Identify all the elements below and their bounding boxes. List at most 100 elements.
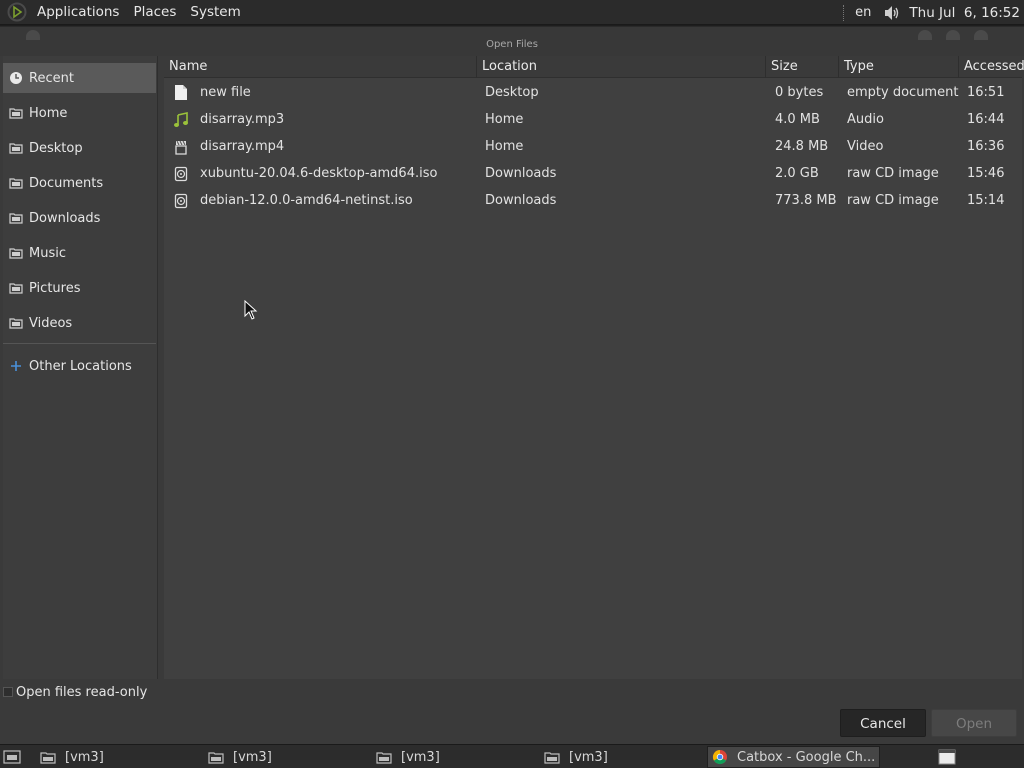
checkbox-icon[interactable]	[3, 687, 13, 697]
file-location: Home	[485, 112, 524, 127]
file-location: Downloads	[485, 166, 557, 181]
file-row[interactable]: disarray.mp4 Home 24.8 MB Video 16:36	[164, 133, 1022, 160]
file-row[interactable]: debian-12.0.0-amd64-netinst.iso Download…	[164, 187, 1022, 214]
recent-icon	[8, 71, 23, 86]
chrome-icon	[712, 749, 728, 765]
file-type: raw CD image	[847, 166, 939, 181]
sidebar-divider	[3, 343, 156, 344]
taskbar-item-label: [vm3]	[65, 749, 104, 765]
taskbar: [vm3] [vm3] [vm3] [vm3] Catbox - Google …	[0, 744, 1024, 768]
panel-separator	[843, 4, 845, 21]
top-panel: Applications Places System en Thu Jul 6,…	[0, 0, 1024, 25]
disc-image-icon	[173, 165, 189, 182]
window-list-icon[interactable]	[936, 748, 958, 766]
open-button[interactable]: Open	[931, 709, 1017, 737]
sidebar-item-desktop[interactable]: Desktop	[3, 133, 156, 163]
sidebar-item-other-locations[interactable]: Other Locations	[3, 351, 156, 381]
sidebar-item-recent[interactable]: Recent	[3, 63, 156, 93]
dialog-title-bar: Open Files	[0, 26, 1024, 56]
sidebar-item-pictures[interactable]: Pictures	[3, 273, 156, 303]
disc-image-icon	[173, 192, 189, 209]
sidebar-item-label: Pictures	[29, 280, 81, 296]
file-list: Name Location Size Type Accessed new fil…	[164, 56, 1024, 679]
open-files-dialog: Recent Home Desktop Documents Downloads …	[0, 56, 1024, 744]
taskbar-item-vm3[interactable]: [vm3]	[540, 746, 608, 768]
mouse-cursor-icon	[244, 299, 258, 320]
taskbar-item-vm3[interactable]: [vm3]	[204, 746, 272, 768]
column-header-location[interactable]: Location	[477, 56, 766, 78]
file-name: xubuntu-20.04.6-desktop-amd64.iso	[200, 166, 438, 181]
folder-icon	[376, 750, 392, 764]
sidebar-item-downloads[interactable]: Downloads	[3, 203, 156, 233]
folder-icon	[208, 750, 224, 764]
sidebar-item-label: Documents	[29, 175, 104, 191]
taskbar-item-label: [vm3]	[401, 749, 440, 765]
sidebar-item-label: Home	[29, 105, 68, 121]
file-location: Desktop	[485, 85, 539, 100]
keyboard-language-indicator[interactable]: en	[855, 5, 871, 20]
system-menu[interactable]: System	[183, 0, 247, 25]
file-name: disarray.mp3	[200, 112, 285, 127]
folder-icon	[544, 750, 560, 764]
taskbar-item-vm3[interactable]: [vm3]	[36, 746, 104, 768]
dialog-title: Open Files	[486, 39, 538, 50]
places-sidebar: Recent Home Desktop Documents Downloads …	[3, 56, 158, 679]
cancel-button[interactable]: Cancel	[840, 709, 926, 737]
folder-icon	[40, 750, 56, 764]
file-accessed: 16:51	[967, 85, 1005, 100]
column-header-accessed[interactable]: Accessed	[959, 56, 1024, 78]
file-row[interactable]: xubuntu-20.04.6-desktop-amd64.iso Downlo…	[164, 160, 1022, 187]
file-accessed: 16:44	[967, 112, 1005, 127]
taskbar-item-vm3[interactable]: [vm3]	[372, 746, 440, 768]
file-location: Downloads	[485, 193, 557, 208]
column-header-row: Name Location Size Type Accessed	[164, 56, 1024, 78]
folder-icon	[8, 141, 23, 156]
file-type: Audio	[847, 112, 884, 127]
sidebar-item-label: Other Locations	[29, 358, 132, 374]
folder-icon	[8, 106, 23, 121]
sidebar-item-label: Downloads	[29, 210, 101, 226]
file-name: debian-12.0.0-amd64-netinst.iso	[200, 193, 413, 208]
taskbar-item-label: [vm3]	[569, 749, 608, 765]
video-file-icon	[173, 138, 189, 155]
folder-icon	[8, 246, 23, 261]
file-size: 4.0 MB	[775, 112, 820, 127]
taskbar-item-chrome[interactable]: Catbox - Google Ch...	[707, 746, 881, 768]
readonly-checkbox[interactable]: Open files read-only	[3, 684, 147, 700]
file-size: 0 bytes	[775, 85, 824, 100]
file-location: Home	[485, 139, 524, 154]
file-name: new file	[200, 85, 251, 100]
folder-icon	[8, 281, 23, 296]
sidebar-item-label: Desktop	[29, 140, 83, 156]
file-name: disarray.mp4	[200, 139, 285, 154]
file-size: 773.8 MB	[775, 193, 837, 208]
file-row[interactable]: new file Desktop 0 bytes empty document …	[164, 79, 1022, 106]
sidebar-item-documents[interactable]: Documents	[3, 168, 156, 198]
column-header-name[interactable]: Name	[164, 56, 477, 78]
file-type: raw CD image	[847, 193, 939, 208]
folder-icon	[8, 176, 23, 191]
column-header-size[interactable]: Size	[766, 56, 839, 78]
file-type: Video	[847, 139, 884, 154]
folder-icon	[8, 316, 23, 331]
clock[interactable]: Thu Jul 6, 16:52	[909, 5, 1020, 21]
file-accessed: 15:14	[967, 193, 1005, 208]
applications-menu[interactable]: Applications	[30, 0, 126, 25]
audio-file-icon	[173, 111, 189, 128]
file-size: 2.0 GB	[775, 166, 819, 181]
taskbar-item-label: Catbox - Google Ch...	[737, 749, 876, 765]
taskbar-item-label: [vm3]	[233, 749, 272, 765]
volume-icon[interactable]	[883, 4, 901, 22]
sidebar-item-home[interactable]: Home	[3, 98, 156, 128]
show-desktop-icon[interactable]	[2, 748, 22, 766]
sidebar-item-label: Music	[29, 245, 66, 261]
places-menu[interactable]: Places	[126, 0, 183, 25]
column-header-type[interactable]: Type	[839, 56, 959, 78]
sidebar-item-videos[interactable]: Videos	[3, 308, 156, 338]
file-accessed: 15:46	[967, 166, 1005, 181]
plus-icon	[8, 359, 23, 374]
file-row[interactable]: disarray.mp3 Home 4.0 MB Audio 16:44	[164, 106, 1022, 133]
sidebar-item-label: Recent	[29, 70, 74, 86]
app-menu-logo-icon[interactable]	[6, 1, 28, 23]
sidebar-item-music[interactable]: Music	[3, 238, 156, 268]
